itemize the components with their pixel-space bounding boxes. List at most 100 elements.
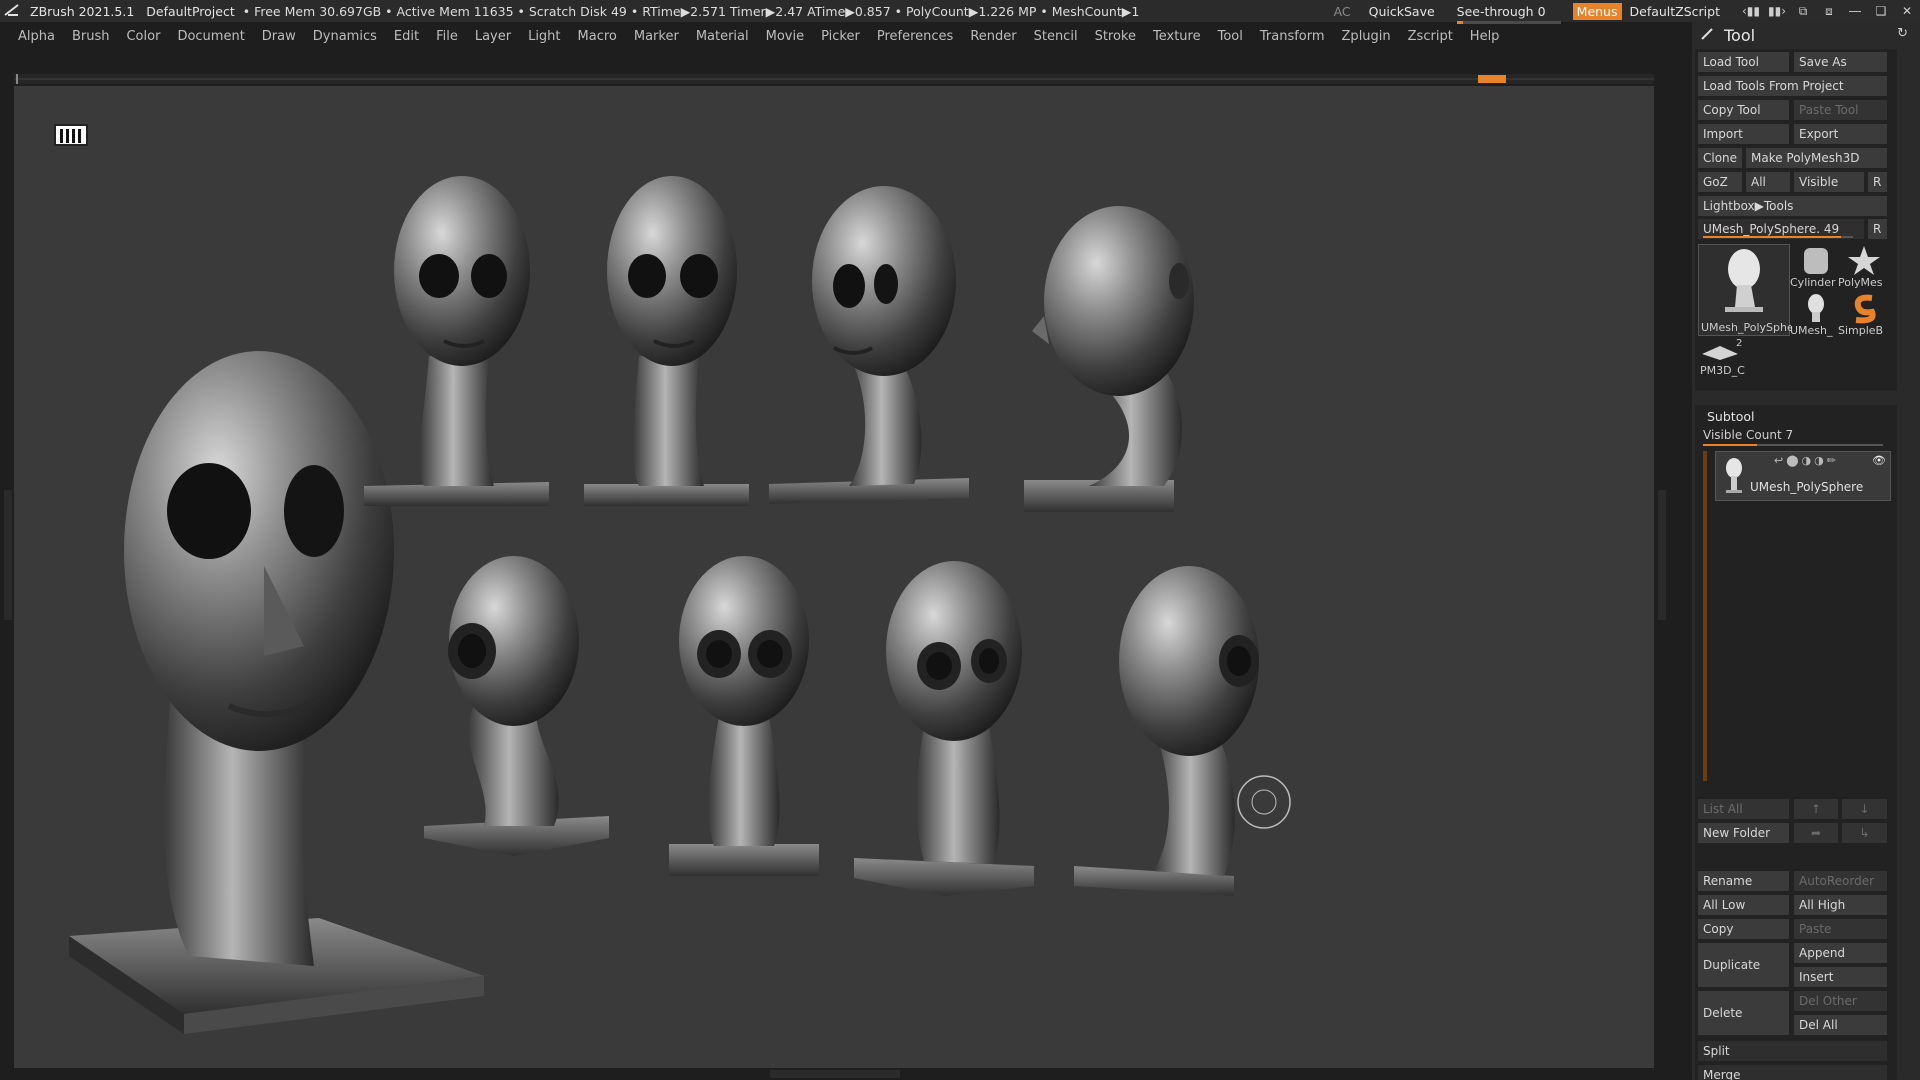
autoreorder-button[interactable]: AutoReorder (1794, 871, 1887, 891)
load-tools-from-project-button[interactable]: Load Tools From Project (1698, 76, 1887, 96)
duplicate-button[interactable]: Duplicate (1698, 943, 1789, 987)
refresh-icon[interactable]: ↻ (1897, 26, 1908, 41)
goz-all-button[interactable]: All (1746, 172, 1790, 192)
paste-subtool-button[interactable]: Paste (1794, 919, 1887, 939)
menu-render[interactable]: Render (970, 29, 1016, 44)
menu-stroke[interactable]: Stroke (1095, 29, 1136, 44)
menu-document[interactable]: Document (177, 29, 244, 44)
navigation-gizmo-icon[interactable] (1237, 775, 1291, 829)
load-tool-button[interactable]: Load Tool (1698, 52, 1789, 72)
list-all-button[interactable]: List All (1698, 799, 1789, 819)
menu-zplugin[interactable]: Zplugin (1342, 29, 1391, 44)
all-low-button[interactable]: All Low (1698, 895, 1789, 915)
timeline-start-key[interactable] (16, 74, 18, 84)
menu-marker[interactable]: Marker (634, 29, 679, 44)
goz-button[interactable]: GoZ (1698, 172, 1742, 192)
insert-button[interactable]: Insert (1794, 967, 1887, 987)
quicksave-button[interactable]: QuickSave (1369, 4, 1435, 19)
paste-tool-button[interactable]: Paste Tool (1794, 100, 1887, 120)
thumbnail-umesh-polysphere[interactable]: UMesh_PolySphe (1698, 244, 1791, 336)
ac-toggle[interactable]: AC (1334, 4, 1351, 19)
menu-zscript[interactable]: Zscript (1408, 29, 1453, 44)
menu-layer[interactable]: Layer (475, 29, 511, 44)
thumbnail-cylinder[interactable]: Cylinder (1790, 244, 1838, 289)
menu-draw[interactable]: Draw (262, 29, 296, 44)
clone-button[interactable]: Clone (1698, 148, 1742, 168)
film-strip-icon[interactable] (54, 124, 88, 146)
subtool-item[interactable]: ↩⬤◑◑✏ 👁 UMesh_PolySphere (1715, 451, 1891, 501)
subtool-toggle-icons[interactable]: ↩⬤◑◑✏ (1774, 454, 1839, 467)
menu-file[interactable]: File (436, 29, 458, 44)
export-button[interactable]: Export (1794, 124, 1887, 144)
app-title: ZBrush 2021.5.1 (30, 3, 135, 19)
rename-button[interactable]: Rename (1698, 871, 1789, 891)
timeline-track (14, 78, 1654, 80)
menu-material[interactable]: Material (696, 29, 749, 44)
thumbnail-pm3d[interactable]: 2 PM3D_C (1698, 338, 1745, 384)
project-name[interactable]: DefaultProject (146, 4, 234, 19)
menu-tool[interactable]: Tool (1218, 29, 1243, 44)
import-button[interactable]: Import (1698, 124, 1789, 144)
thumbnail-polymesh[interactable]: PolyMes (1838, 244, 1886, 289)
menu-alpha[interactable]: Alpha (18, 29, 55, 44)
visible-count-label[interactable]: Visible Count 7 (1703, 428, 1793, 442)
lightbox-tools-button[interactable]: Lightbox▶Tools (1698, 196, 1887, 216)
ui-layout-left-icon[interactable]: ‹▮▮ (1738, 4, 1764, 18)
move-down-arrow-icon[interactable]: ↓ (1842, 799, 1887, 819)
menu-color[interactable]: Color (126, 29, 160, 44)
see-through-slider[interactable]: See-through 0 (1456, 4, 1561, 24)
menu-brush[interactable]: Brush (72, 29, 110, 44)
multi-window-icon[interactable]: ⧈ (1816, 4, 1842, 19)
menu-movie[interactable]: Movie (766, 29, 804, 44)
move-up-arrow-icon[interactable]: ↑ (1794, 799, 1838, 819)
close-icon[interactable]: ✕ (1894, 4, 1920, 18)
menu-dynamics[interactable]: Dynamics (313, 29, 377, 44)
delete-button[interactable]: Delete (1698, 991, 1789, 1035)
title-bar: ZBrush 2021.5.1 DefaultProject • Free Me… (0, 0, 1920, 24)
minimize-icon[interactable]: ― (1842, 4, 1868, 18)
thumbnail-simplebrush[interactable]: SimpleB (1838, 292, 1886, 337)
menu-help[interactable]: Help (1470, 29, 1500, 44)
ui-layout-right-icon[interactable]: ▮▮› (1764, 4, 1790, 18)
menu-light[interactable]: Light (528, 29, 560, 44)
append-button[interactable]: Append (1794, 943, 1887, 963)
timeline-position-marker[interactable] (1478, 75, 1506, 83)
make-polymesh3d-button[interactable]: Make PolyMesh3D (1746, 148, 1887, 168)
maximize-icon[interactable]: ❑ (1868, 4, 1894, 18)
menus-toggle[interactable]: Menus (1572, 2, 1622, 20)
bottom-tray-handle[interactable] (770, 1070, 900, 1078)
goz-visible-button[interactable]: Visible (1794, 172, 1864, 192)
subtool-title[interactable]: Subtool (1707, 409, 1754, 424)
del-all-button[interactable]: Del All (1794, 1015, 1887, 1035)
subtool-visibility-eye-icon[interactable]: 👁 (1872, 454, 1886, 467)
copy-subtool-button[interactable]: Copy (1698, 919, 1789, 939)
menu-edit[interactable]: Edit (394, 29, 419, 44)
menu-stencil[interactable]: Stencil (1034, 29, 1078, 44)
folder-out-icon[interactable]: ↳ (1842, 823, 1887, 843)
goz-r-button[interactable]: R (1868, 172, 1887, 192)
merge-section-button[interactable]: Merge (1698, 1065, 1887, 1080)
menu-transform[interactable]: Transform (1260, 29, 1325, 44)
right-tray-handle[interactable] (1658, 490, 1666, 620)
current-tool-r-button[interactable]: R (1868, 219, 1887, 239)
left-tray-handle[interactable] (4, 490, 12, 620)
default-zscript-button[interactable]: DefaultZScript (1630, 4, 1721, 19)
timeline[interactable] (14, 74, 1654, 84)
folder-move-icon[interactable]: ➦ (1794, 823, 1838, 843)
all-high-button[interactable]: All High (1794, 895, 1887, 915)
copy-tool-button[interactable]: Copy Tool (1698, 100, 1789, 120)
split-section-button[interactable]: Split (1698, 1041, 1887, 1061)
save-as-button[interactable]: Save As (1794, 52, 1887, 72)
document-canvas[interactable] (14, 86, 1654, 1068)
subtool-scrollbar[interactable] (1703, 451, 1707, 781)
subtool-bust-icon (1726, 458, 1742, 493)
menu-texture[interactable]: Texture (1153, 29, 1201, 44)
menu-picker[interactable]: Picker (821, 29, 860, 44)
visible-count-slider-track[interactable] (1703, 444, 1883, 446)
windows-icon[interactable]: ⧉ (1790, 4, 1816, 19)
new-folder-button[interactable]: New Folder (1698, 823, 1789, 843)
menu-preferences[interactable]: Preferences (877, 29, 953, 44)
menu-macro[interactable]: Macro (578, 29, 617, 44)
del-other-button[interactable]: Del Other (1794, 991, 1887, 1011)
thumbnail-umesh-small[interactable]: UMesh_ (1790, 292, 1838, 337)
